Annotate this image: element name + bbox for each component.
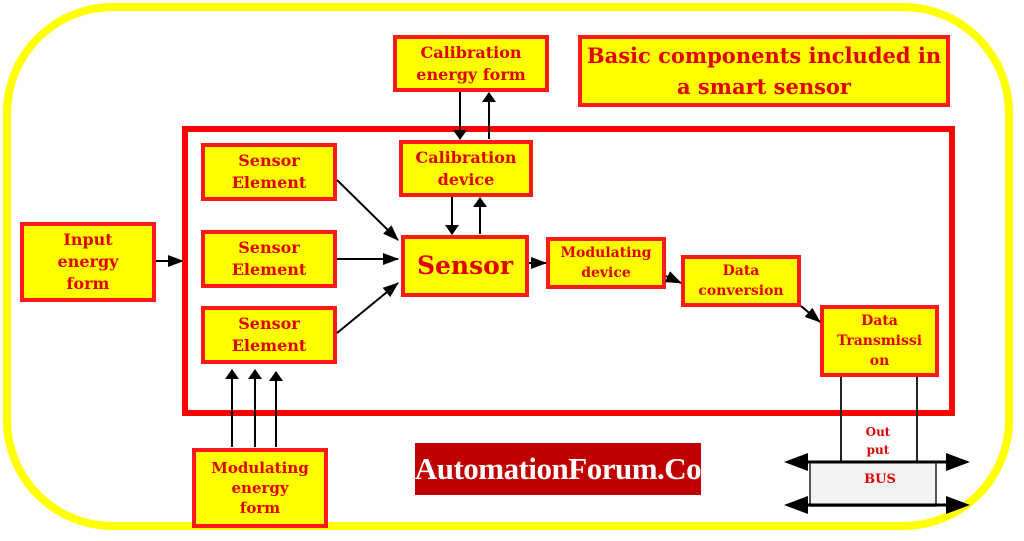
sensor-element-box-1: Sensor Element bbox=[201, 143, 337, 201]
sensor-box: Sensor bbox=[401, 235, 529, 297]
sensor-element-label-3: Sensor Element bbox=[231, 314, 307, 355]
data-conversion-box: Data conversion bbox=[681, 255, 801, 307]
calibration-energy-form-label: Calibration energy form bbox=[416, 42, 526, 84]
output-label: Out put bbox=[865, 425, 891, 457]
sensor-element-box-2: Sensor Element bbox=[201, 230, 337, 288]
watermark-text: AutomationForum.Co bbox=[414, 451, 702, 486]
modulating-device-label: Modulating device bbox=[560, 245, 652, 281]
data-transmission-box: Data Transmissi on bbox=[820, 305, 939, 377]
modulating-energy-form-label: Modulating energy form bbox=[211, 459, 309, 517]
sensor-element-label-2: Sensor Element bbox=[231, 238, 307, 279]
modulating-energy-form-box: Modulating energy form bbox=[192, 448, 328, 528]
watermark-badge: AutomationForum.Co bbox=[414, 443, 702, 495]
calibration-energy-form-box: Calibration energy form bbox=[393, 35, 549, 92]
data-transmission-label: Data Transmissi on bbox=[836, 313, 923, 369]
calibration-device-box: Calibration device bbox=[399, 140, 533, 197]
sensor-element-box-3: Sensor Element bbox=[201, 306, 337, 364]
data-conversion-label: Data conversion bbox=[698, 263, 784, 299]
diagram-title: Basic components included in a smart sen… bbox=[578, 35, 950, 107]
sensor-label: Sensor bbox=[416, 251, 514, 280]
input-energy-form-label: Input energy form bbox=[57, 230, 119, 293]
bus-label: BUS bbox=[864, 472, 896, 487]
input-energy-form-box: Input energy form bbox=[20, 222, 156, 302]
modulating-device-box: Modulating device bbox=[546, 237, 666, 289]
sensor-element-label-1: Sensor Element bbox=[231, 151, 307, 192]
calibration-device-label: Calibration device bbox=[415, 147, 517, 189]
diagram-title-text: Basic components included in a smart sen… bbox=[586, 43, 942, 99]
